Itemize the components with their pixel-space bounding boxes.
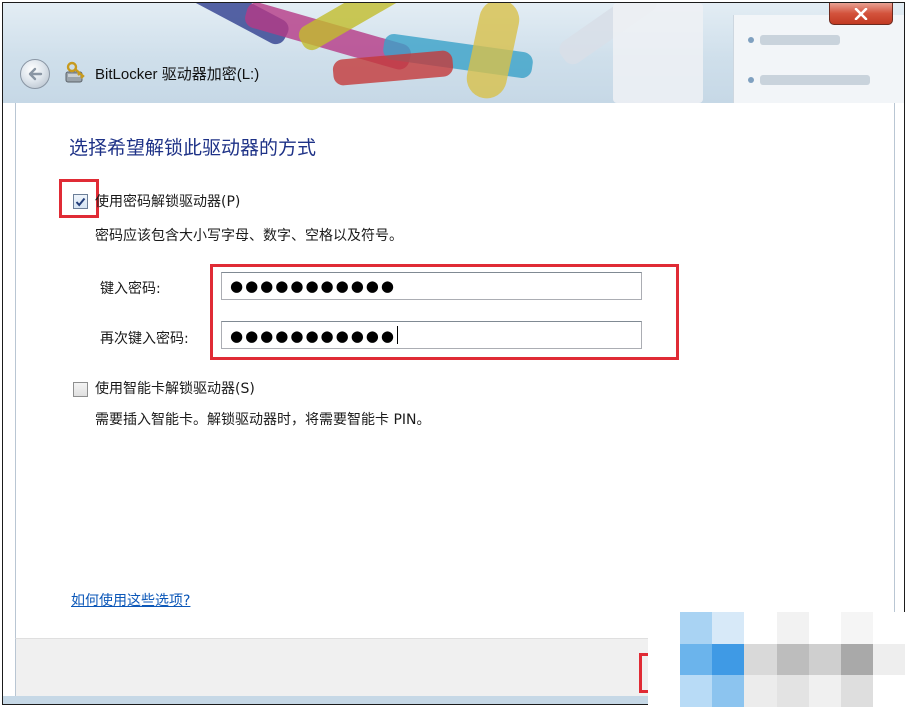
bitlocker-window: BitLocker 驱动器加密(L:) 选择希望解锁此驱动器的方式 使用密码解锁… [2, 2, 905, 705]
confirm-password-label: 再次键入密码: [100, 331, 189, 347]
next-button-highlight [639, 653, 648, 693]
window-title: BitLocker 驱动器加密(L:) [95, 66, 260, 83]
highlight-box [59, 179, 99, 218]
smartcard-checkbox[interactable] [73, 382, 88, 397]
blurred-text [760, 75, 870, 85]
back-button[interactable] [20, 59, 50, 89]
password-option-label[interactable]: 使用密码解锁驱动器(P) [95, 191, 240, 211]
close-icon [854, 7, 868, 20]
title-bar: BitLocker 驱动器加密(L:) [3, 3, 904, 103]
highlight-box [210, 264, 679, 360]
background-window [733, 15, 904, 103]
bitlocker-key-icon [65, 61, 85, 83]
bullet-icon [748, 37, 754, 43]
smartcard-option-label[interactable]: 使用智能卡解锁驱动器(S) [95, 378, 255, 398]
blurred-text [760, 35, 840, 45]
close-button[interactable] [829, 3, 893, 25]
password-description: 密码应该包含大小写字母、数字、空格以及符号。 [95, 228, 403, 244]
back-arrow-icon [28, 67, 43, 81]
pixelated-watermark [648, 612, 905, 707]
help-link[interactable]: 如何使用这些选项? [71, 590, 190, 610]
bullet-icon [748, 77, 754, 83]
enter-password-label: 键入密码: [100, 281, 161, 297]
wizard-content: 选择希望解锁此驱动器的方式 使用密码解锁驱动器(P) 密码应该包含大小写字母、数… [15, 103, 895, 638]
page-heading: 选择希望解锁此驱动器的方式 [69, 137, 317, 159]
smartcard-description: 需要插入智能卡。解锁驱动器时，将需要智能卡 PIN。 [95, 412, 431, 428]
wallpaper-stripe [613, 3, 703, 103]
